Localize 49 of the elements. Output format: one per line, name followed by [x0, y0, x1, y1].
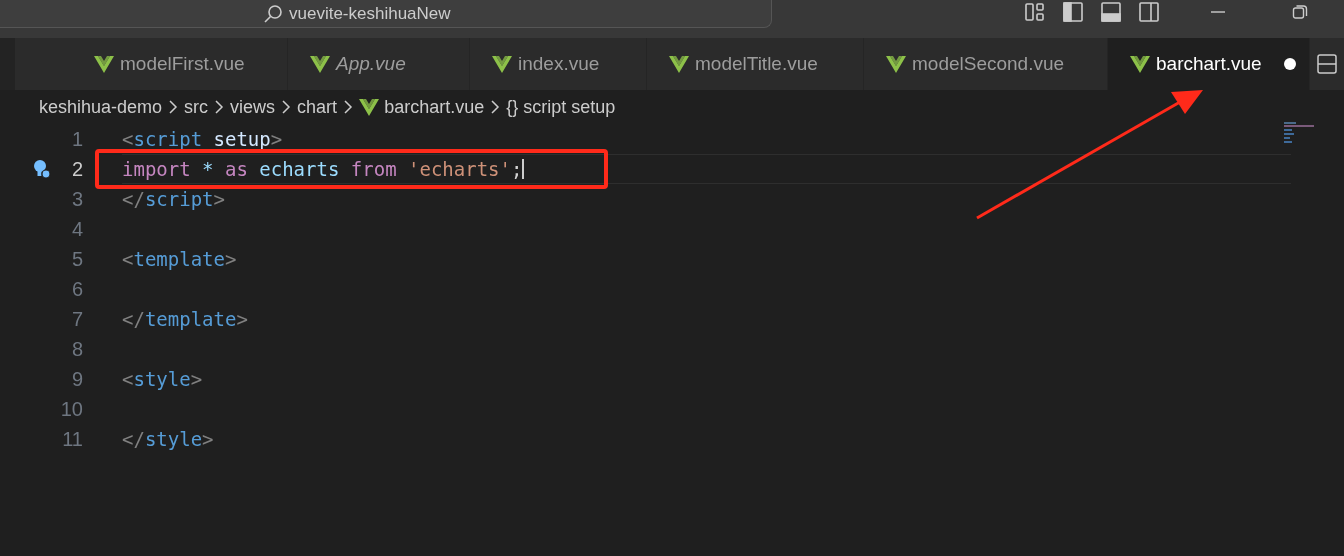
- code-line: <script setup>: [122, 128, 283, 150]
- text-cursor: [522, 159, 525, 179]
- vue-icon: [669, 55, 689, 73]
- line-number: 8: [70, 337, 83, 362]
- code-line: </style>: [122, 428, 214, 450]
- code-line: <template>: [122, 248, 237, 270]
- chevron-icon: [168, 100, 179, 114]
- vue-icon: [886, 55, 906, 73]
- line-number: 5: [70, 247, 83, 272]
- vue-icon: [310, 55, 330, 73]
- customize-layout-icon[interactable]: [1024, 1, 1046, 23]
- code-line: import * as echarts from 'echarts';: [122, 158, 525, 180]
- search-text: vuevite-keshihuaNew: [289, 2, 451, 25]
- vue-icon: [492, 55, 512, 73]
- breadcrumb-item[interactable]: barchart.vue: [359, 93, 485, 121]
- breadcrumb-item[interactable]: {} script setup: [506, 93, 616, 121]
- search-field[interactable]: vuevite-keshihuaNew: [0, 0, 772, 28]
- line-number: 7: [70, 307, 83, 332]
- lightbulb-icon[interactable]: [33, 159, 51, 179]
- chevron-icon: [343, 100, 354, 114]
- panel-toggle-icon[interactable]: [1100, 1, 1122, 23]
- line-number: 11: [61, 427, 83, 452]
- restore-icon[interactable]: [1292, 4, 1308, 20]
- line-number: 1: [70, 127, 83, 152]
- line-number: 4: [70, 217, 83, 242]
- line-number: 10: [59, 397, 83, 422]
- line-number: 6: [70, 277, 83, 302]
- secondary-sidebar-icon[interactable]: [1138, 1, 1160, 23]
- chevron-icon: [214, 100, 225, 114]
- editor-tab[interactable]: barchart.vue: [1108, 38, 1310, 90]
- vue-icon: [359, 98, 380, 116]
- breadcrumb-item[interactable]: chart: [297, 93, 338, 121]
- breadcrumb-item[interactable]: keshihua-demo: [39, 93, 163, 121]
- sidebar-toggle-icon[interactable]: [1062, 1, 1084, 23]
- split-editor-icon[interactable]: [1317, 54, 1337, 74]
- search-icon: [263, 3, 283, 24]
- line-number: 2: [70, 157, 83, 182]
- chevron-icon: [490, 100, 501, 114]
- breadcrumb-item[interactable]: views: [230, 93, 276, 121]
- vue-icon: [94, 55, 114, 73]
- code-line: </template>: [122, 308, 248, 330]
- chevron-icon: [281, 100, 292, 114]
- line-number: 9: [70, 367, 83, 392]
- code-line: </script>: [122, 188, 225, 210]
- line-number: 3: [70, 187, 83, 212]
- breadcrumb-item[interactable]: src: [184, 93, 209, 121]
- vue-icon: [1130, 55, 1150, 73]
- code-line: <style>: [122, 368, 203, 390]
- minimap: [1284, 122, 1314, 146]
